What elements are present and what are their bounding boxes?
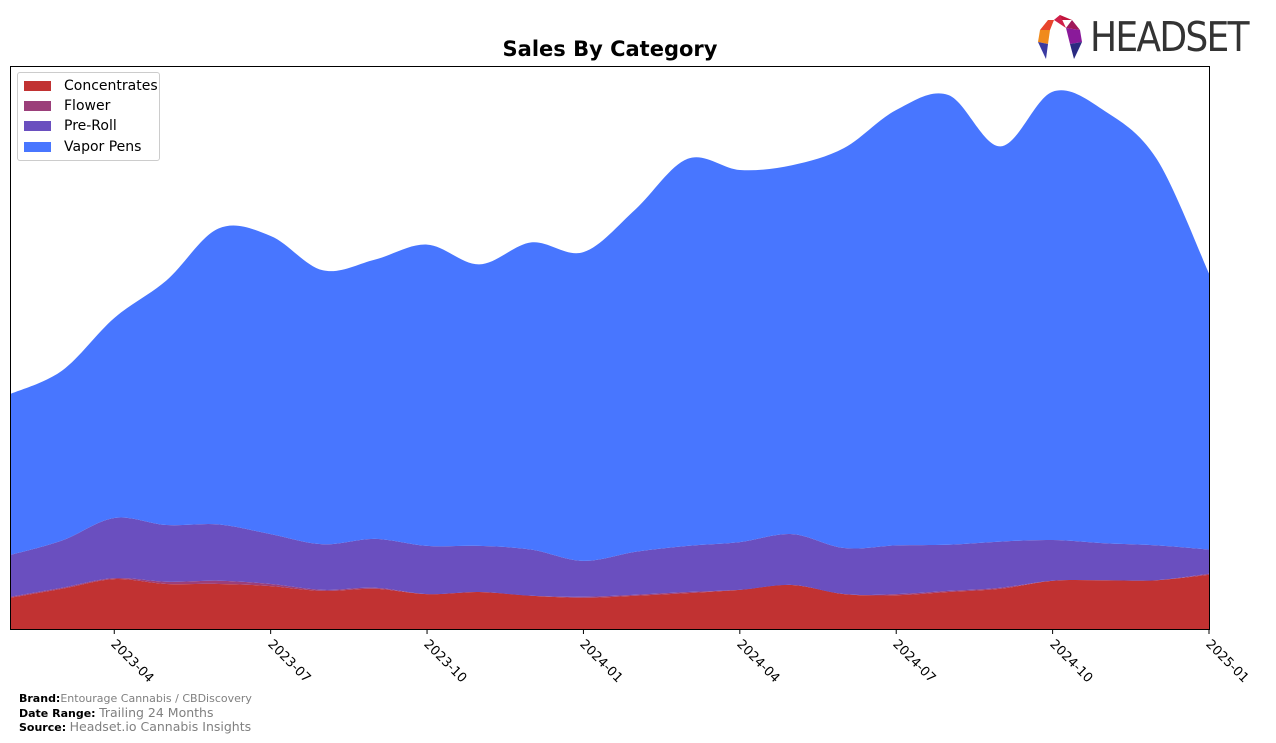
headset-logo-text: HEADSET bbox=[1090, 12, 1250, 61]
footer-source-value: Headset.io Cannabis Insights bbox=[69, 719, 252, 734]
legend-item-vapor-pens: Vapor Pens bbox=[24, 137, 141, 157]
stacked-area-chart bbox=[10, 66, 1210, 634]
legend-label: Pre-Roll bbox=[64, 118, 117, 134]
footer-source: Source: Headset.io Cannabis Insights bbox=[19, 720, 252, 735]
footer-date-label: Date Range: bbox=[19, 706, 96, 720]
legend-item-pre-roll: Pre-Roll bbox=[24, 116, 117, 136]
footer-brand-label: Brand: bbox=[19, 692, 61, 705]
chart-footer: Brand:Entourage Cannabis / CBDiscovery D… bbox=[19, 692, 252, 735]
headset-logo: HEADSET bbox=[1036, 14, 1269, 60]
legend-item-concentrates: Concentrates bbox=[24, 76, 158, 96]
legend-swatch-concentrates bbox=[24, 81, 51, 91]
legend-swatch-flower bbox=[24, 101, 51, 111]
legend-label: Flower bbox=[64, 98, 111, 114]
footer-brand: Brand:Entourage Cannabis / CBDiscovery bbox=[19, 692, 252, 706]
area-vapor-pens bbox=[10, 90, 1209, 561]
footer-date-range: Date Range: Trailing 24 Months bbox=[19, 704, 252, 721]
area-layer bbox=[10, 90, 1209, 629]
legend-swatch-vapor-pens bbox=[24, 142, 51, 152]
headset-logo-icon bbox=[1038, 15, 1082, 59]
legend-label: Concentrates bbox=[64, 78, 158, 94]
footer-date-value: Trailing 24 Months bbox=[99, 704, 214, 720]
legend-item-flower: Flower bbox=[24, 96, 110, 116]
legend: Concentrates Flower Pre-Roll Vapor Pens bbox=[17, 72, 160, 161]
footer-brand-value: Entourage Cannabis / CBDiscovery bbox=[60, 692, 252, 705]
footer-source-label: Source: bbox=[19, 721, 67, 734]
legend-swatch-pre-roll bbox=[24, 121, 51, 131]
legend-label: Vapor Pens bbox=[64, 139, 142, 155]
